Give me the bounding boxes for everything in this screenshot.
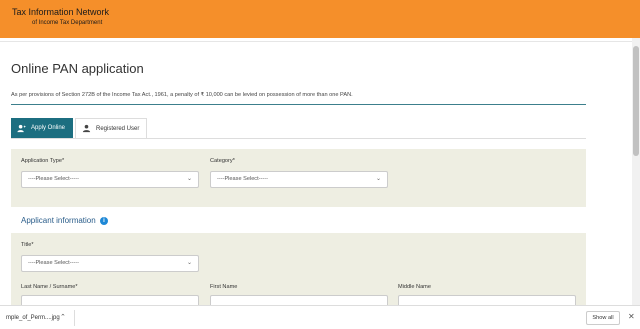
first-name-label: First Name — [210, 284, 238, 290]
info-icon[interactable]: i — [100, 217, 108, 225]
tab-registered-user[interactable]: Registered User — [75, 118, 147, 138]
last-name-label: Last Name / Surname* — [21, 284, 78, 290]
download-separator — [74, 310, 75, 326]
title-select[interactable]: ----Please Select----- ⌄ — [21, 255, 199, 272]
title-label: Title* — [21, 242, 34, 248]
application-type-value: ----Please Select----- — [28, 176, 79, 182]
brand-title: Tax Information Network — [12, 7, 110, 17]
header-divider — [0, 41, 632, 42]
application-panel: Application Type* ----Please Select-----… — [11, 149, 586, 207]
applicant-info-title: Applicant information — [21, 216, 96, 225]
download-item[interactable]: mple_of_Perm....jpg — [6, 306, 60, 329]
download-file-name: mple_of_Perm....jpg — [6, 315, 60, 321]
brand-subtitle: of Income Tax Department — [32, 20, 103, 26]
chevron-down-icon: ⌄ — [186, 176, 192, 182]
person-add-icon — [17, 124, 26, 133]
download-bar: mple_of_Perm....jpg ⌃ Show all ✕ — [0, 305, 640, 329]
tab-apply-online-label: Apply Online — [31, 125, 66, 131]
title-value: ----Please Select----- — [28, 260, 79, 266]
scrollbar-thumb[interactable] — [633, 46, 639, 156]
penalty-notice: As per provisions of Section 272B of the… — [11, 92, 353, 98]
close-icon[interactable]: ✕ — [628, 312, 635, 321]
page-title: Online PAN application — [11, 61, 144, 76]
application-type-label: Application Type* — [21, 158, 65, 164]
tab-registered-user-label: Registered User — [96, 125, 140, 132]
chevron-up-icon[interactable]: ⌃ — [60, 313, 66, 321]
person-icon — [82, 124, 91, 133]
header-banner: Tax Information Network of Income Tax De… — [0, 0, 640, 38]
notice-divider — [11, 104, 586, 105]
category-select[interactable]: ----Please Select----- ⌄ — [210, 171, 388, 188]
chevron-down-icon: ⌄ — [186, 260, 192, 266]
tab-apply-online[interactable]: Apply Online — [11, 118, 73, 138]
chevron-down-icon: ⌄ — [375, 176, 381, 182]
tabs-divider — [11, 138, 586, 139]
category-value: ----Please Select----- — [217, 176, 268, 182]
applicant-panel: Title* ----Please Select----- ⌄ Last Nam… — [11, 233, 586, 313]
application-type-select[interactable]: ----Please Select----- ⌄ — [21, 171, 199, 188]
category-label: Category* — [210, 158, 235, 164]
middle-name-label: Middle Name — [398, 284, 431, 290]
show-all-button[interactable]: Show all — [586, 311, 620, 325]
